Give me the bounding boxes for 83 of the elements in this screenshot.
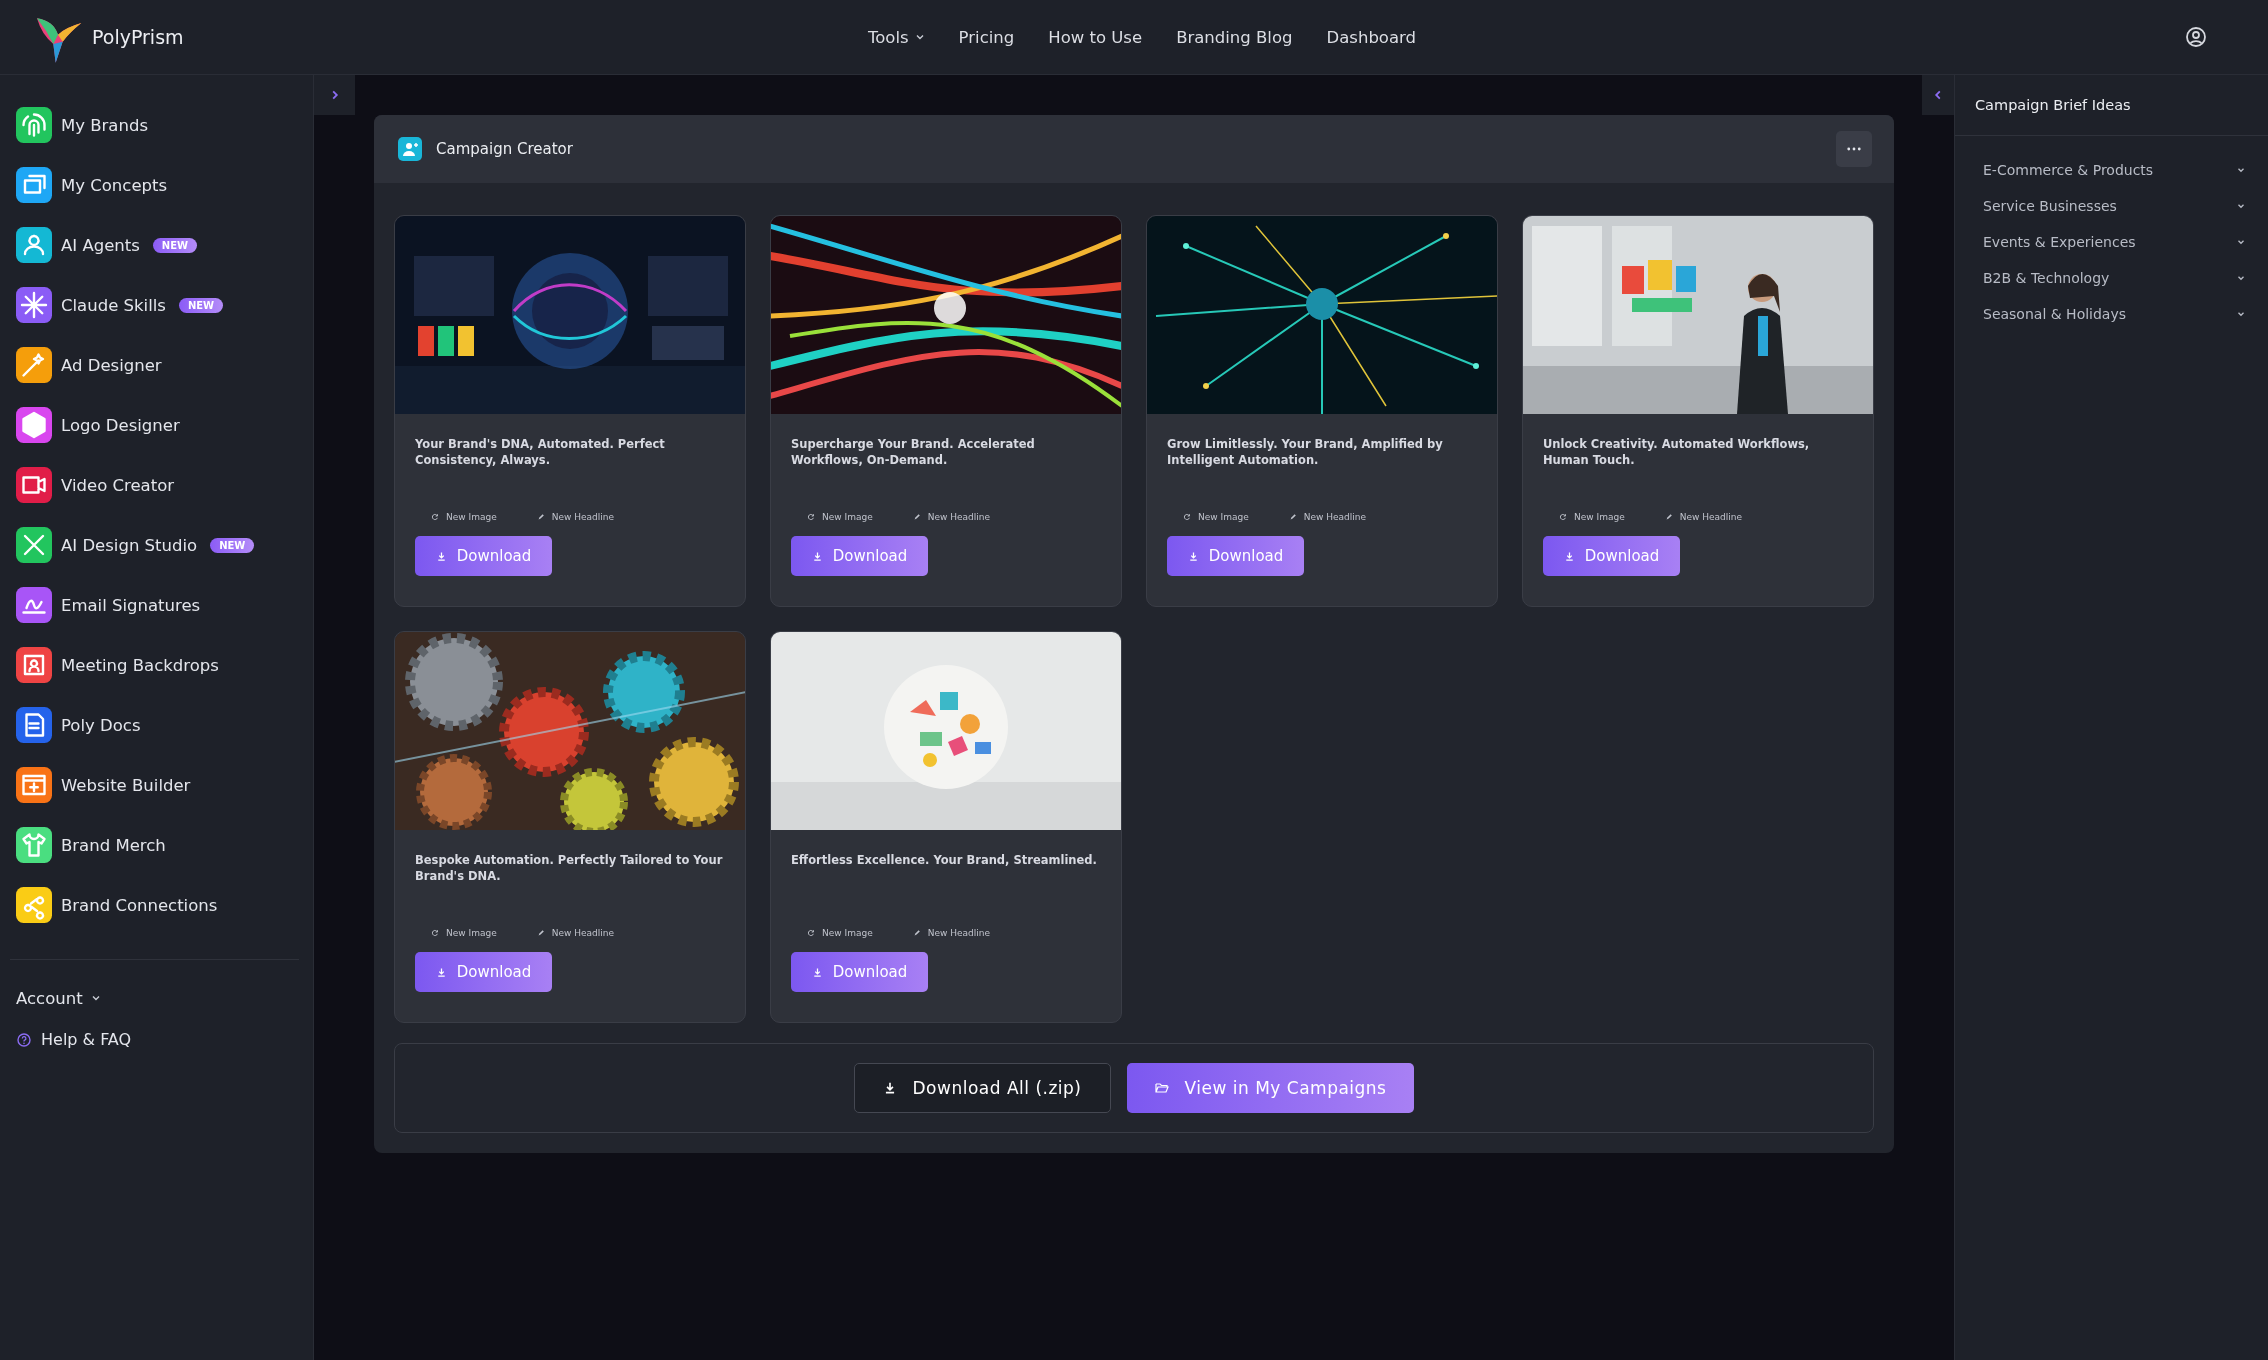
panel-title: Campaign Creator <box>436 140 574 158</box>
sidebar-item[interactable]: Logo Designer <box>16 395 313 455</box>
pencil-icon <box>1288 513 1297 521</box>
new-badge: NEW <box>178 297 224 313</box>
download-button[interactable]: Download <box>791 536 928 576</box>
user-icon[interactable] <box>2184 25 2208 49</box>
regenerate-link[interactable]: New Image <box>1183 512 1249 522</box>
refresh-icon <box>807 929 815 937</box>
pencil-icon <box>912 513 921 521</box>
accordion-item[interactable]: B2B & Technology <box>1983 260 2268 296</box>
pencil-icon <box>912 929 921 937</box>
nav-link[interactable]: How to Use <box>1048 27 1143 47</box>
regenerate-link[interactable]: New Headline <box>1288 512 1366 522</box>
regenerate-link[interactable]: New Image <box>807 512 873 522</box>
download-button[interactable]: Download <box>415 536 552 576</box>
card-headline: Grow Limitlessly. Your Brand, Amplified by Intelligent Automation. <box>1167 436 1444 469</box>
sidebar-item[interactable]: AI Agents NEW <box>16 215 313 275</box>
help-link[interactable]: Help & FAQ <box>41 1030 132 1049</box>
folder-icon <box>1154 1081 1169 1095</box>
download-icon <box>1563 550 1575 562</box>
view-campaigns-button[interactable]: View in My Campaigns <box>1126 1063 1415 1113</box>
regenerate-link[interactable]: New Image <box>807 928 873 938</box>
card-headline: Supercharge Your Brand. Accelerated Workflows, On-Demand. <box>791 436 1036 469</box>
download-button[interactable]: Download <box>791 952 928 992</box>
new-badge: NEW <box>152 237 198 253</box>
refresh-icon <box>807 513 815 521</box>
accordion-item[interactable]: Events & Experiences <box>1983 224 2268 260</box>
sidebar-item[interactable]: Meeting Backdrops <box>16 635 313 695</box>
download-button[interactable]: Download <box>415 952 552 992</box>
refresh-icon <box>1183 513 1191 521</box>
sidebar-item[interactable]: Claude Skills NEW <box>16 275 313 335</box>
regenerate-link[interactable]: New Image <box>1559 512 1625 522</box>
download-all-button[interactable]: Download All (.zip) <box>853 1063 1111 1113</box>
card-headline: Unlock Creativity. Automated Workflows, Human Touch. <box>1543 436 1811 469</box>
sidebar-item[interactable]: Brand Connections <box>16 875 313 935</box>
download-icon <box>1187 550 1199 562</box>
card-headline: Your Brand's DNA, Automated. Perfect Consistency, Always. <box>415 436 666 469</box>
regenerate-link[interactable]: New Headline <box>912 512 990 522</box>
pencil-icon <box>536 929 545 937</box>
sidebar-item[interactable]: Brand Merch <box>16 815 313 875</box>
regenerate-link[interactable]: New Headline <box>536 512 614 522</box>
download-icon <box>435 966 447 978</box>
help-icon[interactable] <box>16 1031 32 1048</box>
sidebar-item[interactable]: AI Design Studio NEW <box>16 515 313 575</box>
person-icon <box>398 137 422 161</box>
accordion-item[interactable]: E-Commerce & Products <box>1983 152 2268 188</box>
nav-link[interactable]: Tools <box>867 27 925 47</box>
download-icon <box>811 550 823 562</box>
card-headline: Effortless Excellence. Your Brand, Streamlined. <box>791 852 1098 869</box>
accordion-item[interactable]: Seasonal & Holidays <box>1983 296 2268 332</box>
more-icon <box>1847 147 1861 151</box>
sidebar-item[interactable]: My Brands <box>16 95 313 155</box>
sidebar-item[interactable]: Ad Designer <box>16 335 313 395</box>
panel-title: Campaign Brief Ideas <box>1955 75 2268 136</box>
caret-icon <box>90 993 101 1003</box>
download-button[interactable]: Download <box>1167 536 1304 576</box>
regenerate-link[interactable]: New Image <box>431 512 497 522</box>
regenerate-link[interactable]: New Headline <box>536 928 614 938</box>
sidebar-item[interactable]: My Concepts <box>16 155 313 215</box>
download-button[interactable]: Download <box>1543 536 1680 576</box>
refresh-icon <box>1559 513 1567 521</box>
refresh-icon <box>431 929 439 937</box>
download-icon <box>811 966 823 978</box>
nav-link[interactable]: Dashboard <box>1326 27 1417 47</box>
sidebar-item[interactable]: Website Builder <box>16 755 313 815</box>
download-icon <box>435 550 447 562</box>
new-badge: NEW <box>210 537 255 553</box>
refresh-icon <box>431 513 439 521</box>
sidebar-item[interactable]: Poly Docs <box>16 695 313 755</box>
accordion-item[interactable]: Service Businesses <box>1983 188 2268 224</box>
sidebar-item[interactable]: Video Creator <box>16 455 313 515</box>
pencil-icon <box>536 513 545 521</box>
nav-link[interactable]: Branding Blog <box>1176 27 1293 47</box>
nav-link[interactable]: Pricing <box>958 27 1015 47</box>
pencil-icon <box>1664 513 1673 521</box>
card-headline: Bespoke Automation. Perfectly Tailored to Your Brand's DNA. <box>415 852 724 885</box>
regenerate-link[interactable]: New Image <box>431 928 497 938</box>
regenerate-link[interactable]: New Headline <box>912 928 990 938</box>
brand-name[interactable]: PolyPrism <box>92 26 184 48</box>
account-menu[interactable]: Account <box>16 978 313 1018</box>
caret-icon <box>914 32 925 42</box>
sidebar-item[interactable]: Email Signatures <box>16 575 313 635</box>
regenerate-link[interactable]: New Headline <box>1664 512 1742 522</box>
